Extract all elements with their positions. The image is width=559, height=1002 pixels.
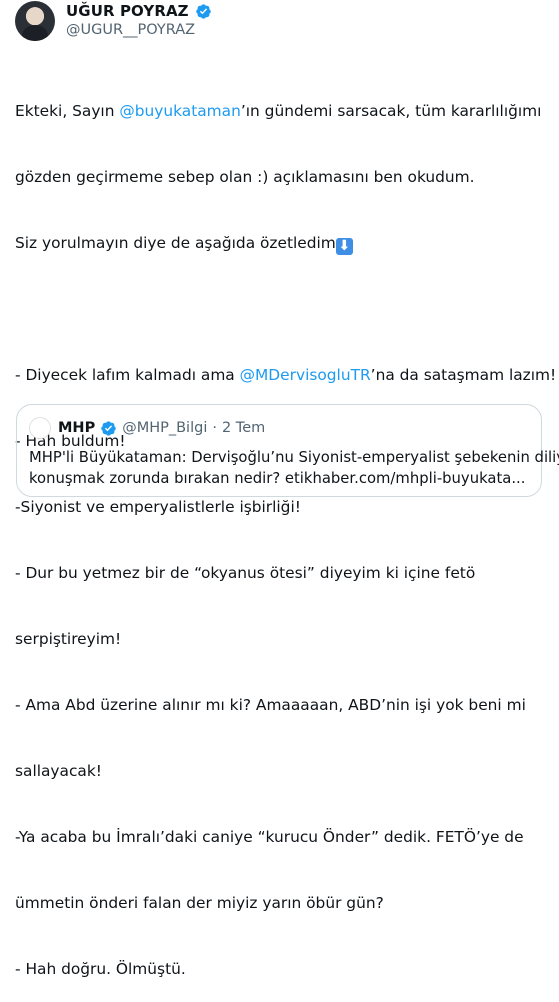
tweet-line-11: sallayacak!	[15, 762, 102, 780]
quoted-tweet-card[interactable]: MHP @MHP_Bilgi · 2 Tem MHP'li Büyükatama…	[16, 404, 559, 497]
quoted-tweet-time[interactable]: 2 Tem	[222, 420, 265, 436]
quoted-line-1: MHP'li Büyükataman: Dervişoğlu’nu Siyoni…	[29, 449, 559, 466]
tweet-line-7: -Siyonist ve emperyalistlerle işbirliği!	[15, 498, 301, 516]
author-name[interactable]: UĞUR POYRAZ	[66, 2, 189, 20]
verified-badge-icon	[195, 3, 211, 19]
tweet-line-8: - Dur bu yetmez bir de “okyanus ötesi” d…	[15, 564, 476, 582]
down-arrow-emoji-icon: ⬇	[335, 238, 353, 255]
tweet-line-2: gözden geçirmeme sebep olan :) açıklamas…	[15, 168, 475, 186]
quoted-author-handle[interactable]: @MHP_Bilgi	[122, 420, 207, 436]
tweet-line-14: - Hah doğru. Ölmüştü.	[15, 960, 186, 978]
tweet-line-1: Ekteki, Sayın @buyukataman’ın gündemi sa…	[15, 102, 542, 120]
author-handle[interactable]: @UGUR__POYRAZ	[66, 22, 195, 38]
tweet-line-5: - Diyecek lafım kalmadı ama @MDervisoglu…	[15, 366, 557, 384]
verified-badge-icon	[101, 420, 116, 436]
tweet-line-3: Siz yorulmayın diye de aşağıda özetledim…	[15, 232, 555, 255]
author-name-row: UĞUR POYRAZ	[66, 2, 212, 20]
tweet-line-12: -Ya acaba bu İmralı’daki caniye “kurucu …	[15, 828, 524, 846]
author-avatar[interactable]	[15, 1, 55, 41]
mention-link[interactable]: @buyukataman	[119, 102, 241, 120]
tweet-line-13: ümmetin önderi falan der miyiz yarın öbü…	[15, 894, 384, 912]
quoted-tweet-text: MHP'li Büyükataman: Dervişoğlu’nu Siyoni…	[29, 447, 559, 489]
tweet-line-9: serpiştireyim!	[15, 630, 122, 648]
quoted-tweet-header: MHP @MHP_Bilgi · 2 Tem	[29, 417, 265, 439]
meta-separator: ·	[212, 420, 217, 436]
quoted-author-name[interactable]: MHP	[58, 420, 95, 436]
mhp-logo-icon	[29, 417, 51, 439]
mention-link[interactable]: @MDervisogluTR	[240, 366, 371, 384]
quoted-line-2: konuşmak zorunda bırakan nedir? etikhabe…	[29, 470, 526, 487]
tweet-line-10: - Ama Abd üzerine alınır mı ki? Amaaaaan…	[15, 696, 526, 714]
tweet-text: Ekteki, Sayın @buyukataman’ın gündemi sa…	[15, 56, 557, 1002]
